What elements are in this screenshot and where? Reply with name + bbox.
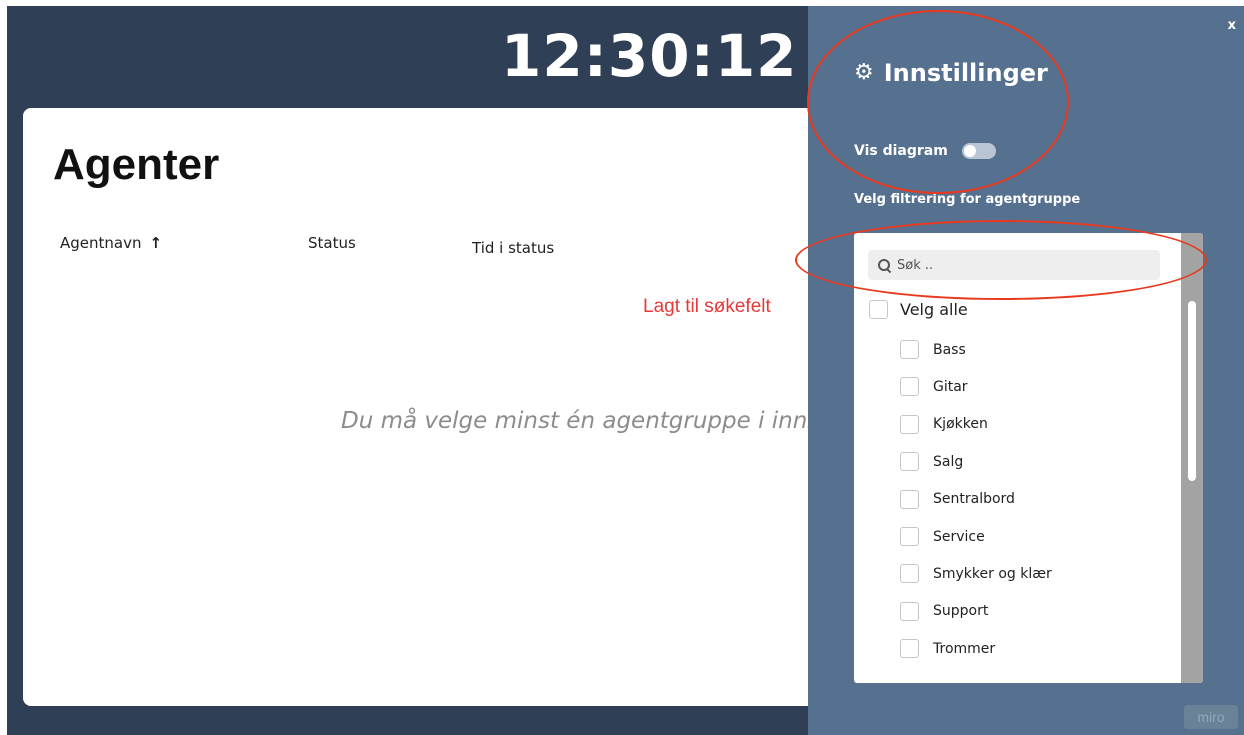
annotation-note: Lagt til søkefelt — [643, 296, 771, 317]
select-all-label: Velg alle — [900, 300, 968, 319]
group-checkbox[interactable] — [900, 377, 919, 397]
group-label: Gitar — [933, 378, 968, 395]
column-header-status[interactable]: Status — [308, 234, 356, 252]
close-button[interactable]: x — [1228, 18, 1236, 33]
group-option[interactable]: Bass — [900, 340, 966, 359]
group-option[interactable]: Sentralbord — [900, 489, 1015, 509]
settings-panel: x ⚙ Innstillinger Vis diagram Velg filtr… — [808, 6, 1244, 735]
settings-title: ⚙ Innstillinger — [854, 59, 1048, 87]
search-input[interactable] — [897, 257, 1137, 273]
column-header-agent-name[interactable]: Agentnavn ↑ — [60, 234, 162, 252]
group-label: Salg — [933, 453, 964, 470]
scrollbar-thumb[interactable] — [1188, 301, 1196, 481]
toggle-knob — [963, 145, 976, 157]
group-checkbox[interactable] — [900, 489, 919, 509]
clock-display: 12:30:12 — [501, 22, 798, 90]
group-option[interactable]: Kjøkken — [900, 414, 988, 434]
gear-icon: ⚙ — [854, 60, 874, 85]
group-checkbox[interactable] — [900, 414, 919, 434]
group-option[interactable]: Support — [900, 601, 989, 621]
search-icon — [878, 258, 891, 272]
group-label: Sentralbord — [933, 491, 1015, 508]
show-chart-label: Vis diagram — [854, 143, 948, 159]
select-all-checkbox[interactable] — [869, 300, 888, 319]
group-label: Trommer — [933, 640, 996, 657]
group-label: Bass — [933, 341, 966, 358]
settings-title-label: Innstillinger — [883, 59, 1048, 87]
select-all-option[interactable]: Velg alle — [869, 300, 968, 319]
agent-group-list: Velg alle Bass Gitar Kjøkken Salg Sentralbor… — [854, 233, 1203, 683]
group-option[interactable]: Smykker og klær — [900, 564, 1052, 584]
group-checkbox[interactable] — [900, 340, 919, 359]
sort-ascending-icon: ↑ — [149, 234, 163, 252]
miro-watermark: miro — [1184, 705, 1238, 729]
show-chart-setting: Vis diagram — [854, 143, 996, 159]
group-option[interactable]: Service — [900, 527, 985, 546]
dashboard-screen: 12:30:12 Agenter Agentnavn ↑ Status Tid i… — [7, 6, 1244, 735]
group-label: Kjøkken — [933, 416, 988, 433]
group-checkbox[interactable] — [900, 564, 919, 584]
group-checkbox[interactable] — [900, 601, 919, 621]
group-checkbox[interactable] — [900, 452, 919, 472]
group-checkbox[interactable] — [900, 527, 919, 546]
agent-group-filter-label: Velg filtrering for agentgruppe — [854, 192, 1081, 207]
group-checkbox[interactable] — [900, 639, 919, 659]
search-box — [868, 250, 1160, 280]
group-label: Service — [933, 528, 985, 545]
group-option[interactable]: Trommer — [900, 639, 996, 659]
group-option[interactable]: Gitar — [900, 377, 968, 397]
page-title: Agenter — [53, 140, 220, 189]
list-scrollbar[interactable] — [1181, 233, 1203, 683]
column-header-label: Agentnavn — [60, 234, 142, 252]
group-label: Support — [933, 603, 989, 620]
show-chart-toggle[interactable] — [961, 143, 996, 159]
group-option[interactable]: Salg — [900, 452, 964, 472]
group-label: Smykker og klær — [933, 565, 1052, 582]
column-header-time-in-status[interactable]: Tid i status — [472, 239, 554, 257]
